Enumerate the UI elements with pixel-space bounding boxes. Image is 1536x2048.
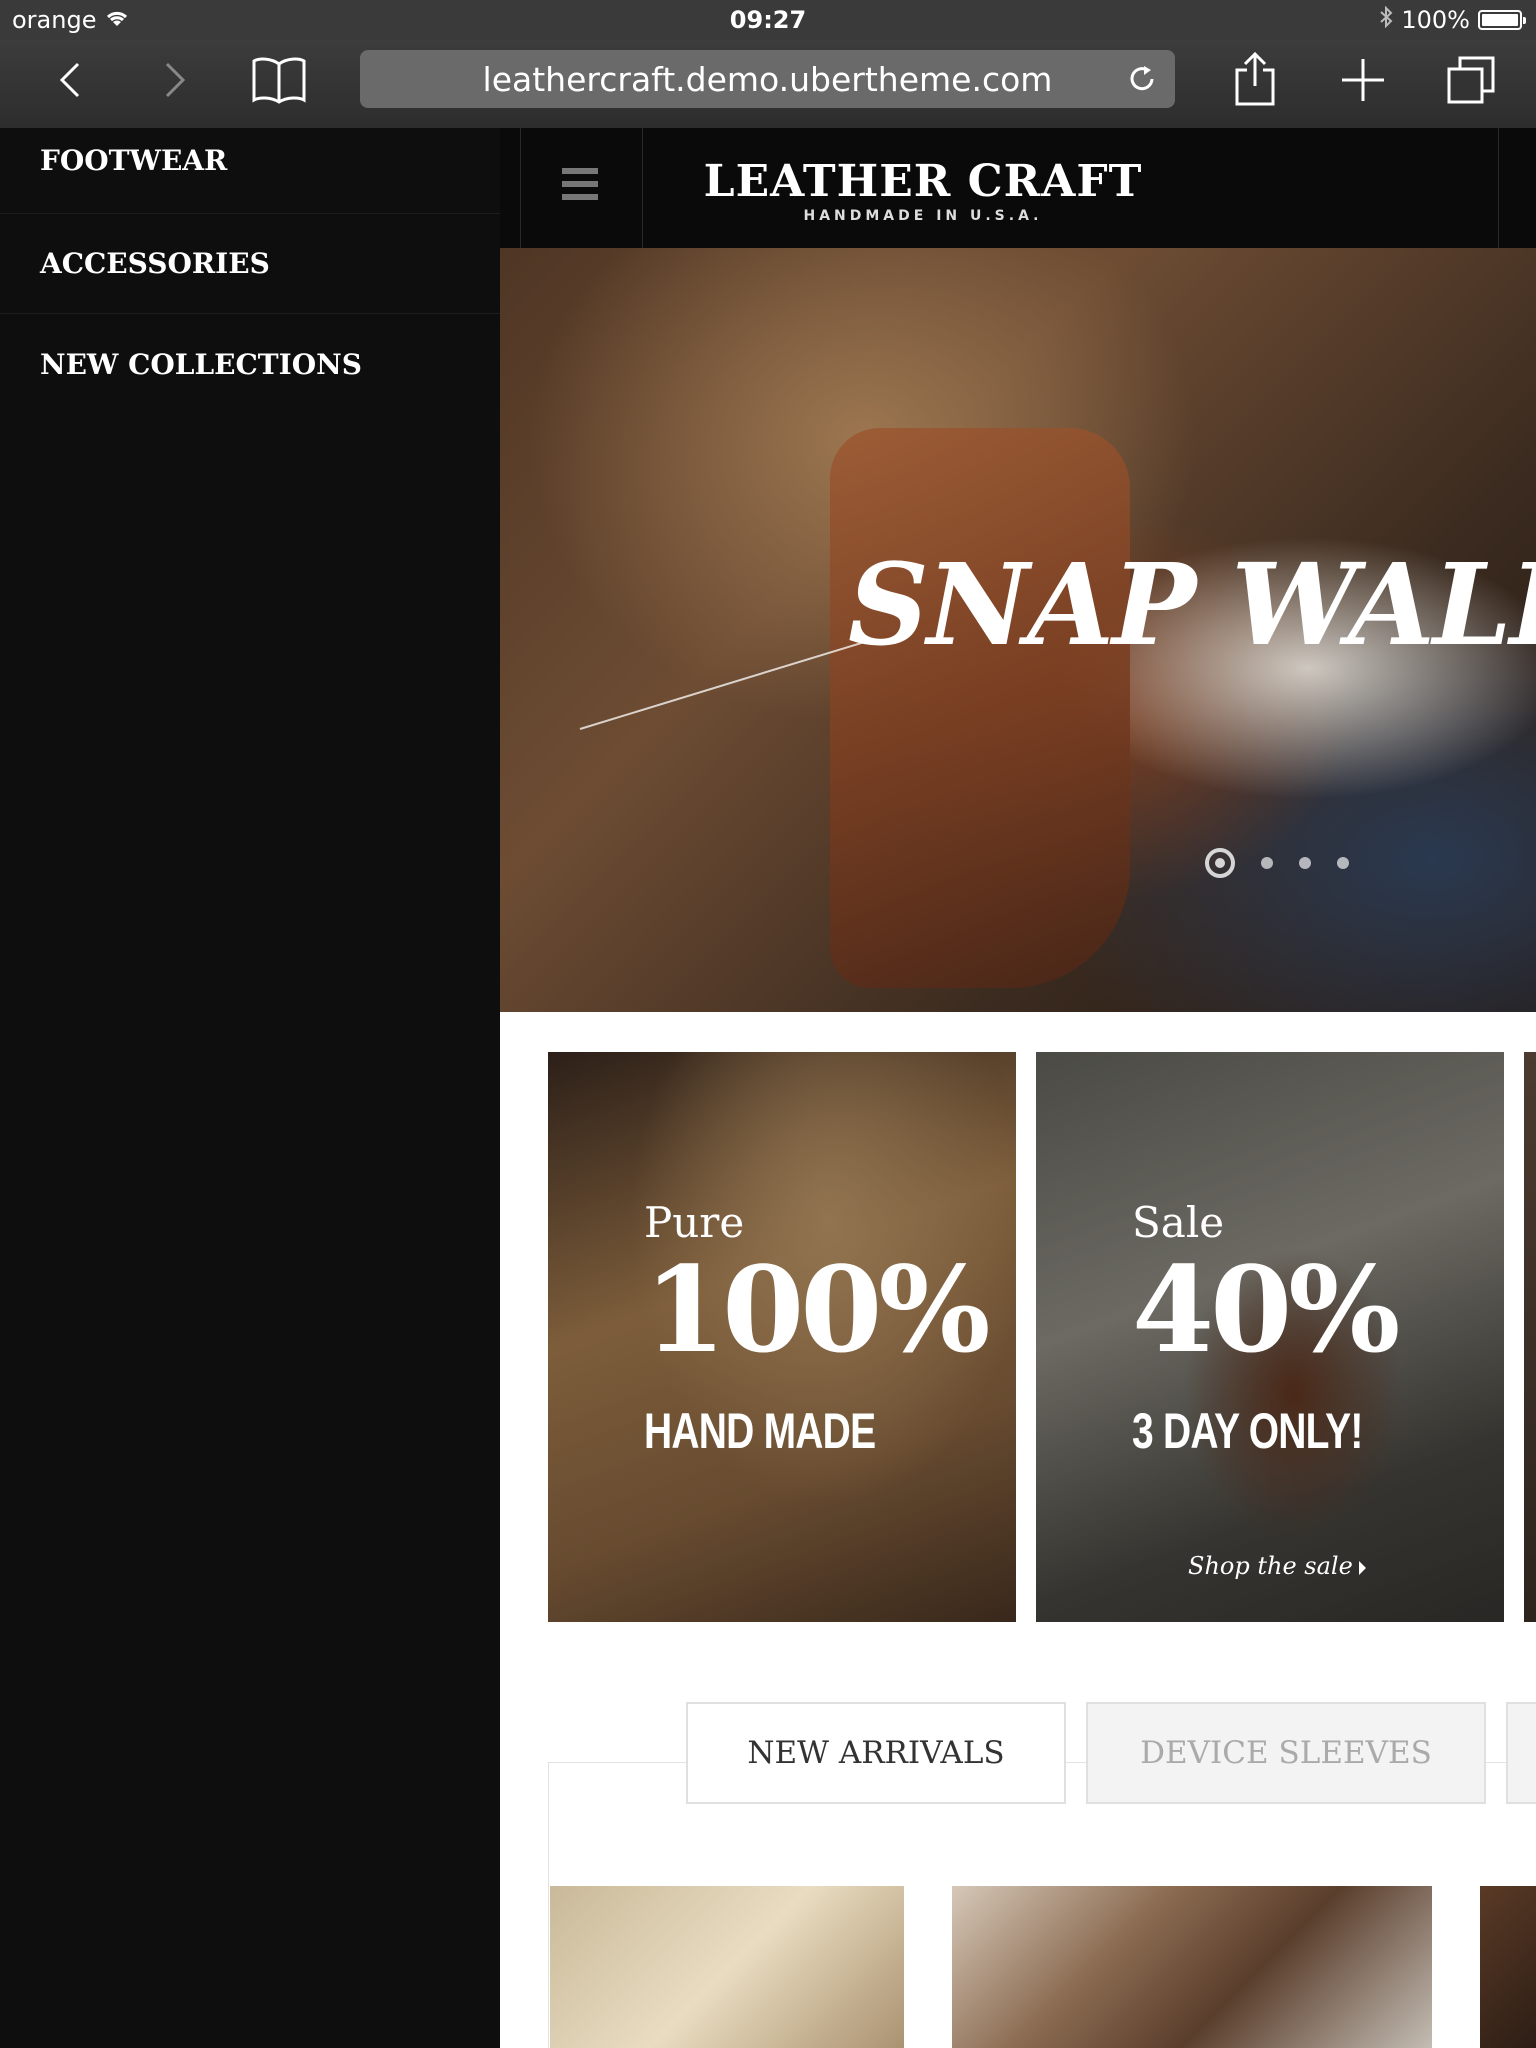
address-bar[interactable]: leathercraft.demo.ubertheme.com (360, 50, 1175, 108)
browser-toolbar: leathercraft.demo.ubertheme.com (0, 40, 1536, 128)
hero-title: SNAP WALL (848, 540, 1536, 671)
promo-sale[interactable]: Sale 40% 3 DAY ONLY! Shop the sale (1036, 1052, 1504, 1622)
hero-image-boot (830, 428, 1130, 988)
slider-dot-4[interactable] (1337, 857, 1349, 869)
promo-big-text: 100% (644, 1240, 990, 1379)
header-divider (520, 128, 521, 248)
side-menu: FOOTWEAR ACCESSORIES NEW COLLECTIONS (0, 128, 500, 2048)
caret-right-icon (1358, 1560, 1366, 1575)
header-divider (1498, 128, 1499, 248)
slider-dot-2[interactable] (1261, 857, 1273, 869)
reload-icon[interactable] (1121, 58, 1163, 100)
new-tab-icon[interactable] (1328, 50, 1398, 110)
slider-dot-3[interactable] (1299, 857, 1311, 869)
hero-slider[interactable]: SNAP WALL (500, 248, 1536, 1012)
bluetooth-icon (1379, 5, 1393, 34)
tab-new-arrivals[interactable]: NEW ARRIVALS (686, 1702, 1066, 1804)
forward-icon[interactable] (140, 50, 210, 110)
hamburger-menu-icon[interactable] (562, 168, 598, 200)
logo-name: LEATHER CRAFT (703, 156, 1143, 207)
logo-tagline: HANDMADE IN U.S.A. (803, 208, 1043, 224)
status-bar: ●●●○○ orange 09:27 100% (0, 0, 1536, 630)
tab-partial[interactable] (1506, 1702, 1536, 1804)
promo-partial[interactable] (1524, 1052, 1536, 1622)
back-icon[interactable] (35, 50, 105, 110)
menu-item-accessories[interactable]: ACCESSORIES (0, 214, 500, 314)
product-thumbnail[interactable] (1480, 1886, 1536, 2048)
tabs-icon[interactable] (1436, 50, 1506, 110)
page-content: LEATHER CRAFT HANDMADE IN U.S.A. SNAP WA… (500, 128, 1536, 2048)
tab-device-sleeves[interactable]: DEVICE SLEEVES (1086, 1702, 1486, 1804)
promo-subtitle: 3 DAY ONLY! (1132, 1403, 1363, 1459)
url-text: leathercraft.demo.ubertheme.com (482, 59, 1053, 99)
slider-dot-1[interactable] (1205, 848, 1235, 878)
bookmarks-icon[interactable] (244, 50, 314, 110)
battery-icon (1478, 10, 1526, 30)
site-header: LEATHER CRAFT HANDMADE IN U.S.A. (500, 128, 1536, 248)
promo-handmade[interactable]: Pure 100% HAND MADE (548, 1052, 1016, 1622)
battery-percent: 100% (1401, 6, 1470, 34)
slider-pagination (1205, 848, 1349, 878)
status-time: 09:27 (729, 6, 807, 34)
menu-item-footwear[interactable]: FOOTWEAR (0, 128, 500, 214)
share-icon[interactable] (1220, 50, 1290, 110)
status-right: 100% (1379, 5, 1526, 34)
promo-subtitle: HAND MADE (644, 1403, 876, 1459)
product-thumbnail[interactable] (952, 1886, 1432, 2048)
product-thumbnail[interactable] (550, 1886, 904, 2048)
shop-sale-label: Shop the sale (1188, 1552, 1353, 1580)
site-logo[interactable]: LEATHER CRAFT HANDMADE IN U.S.A. (620, 156, 1226, 225)
shop-sale-link[interactable]: Shop the sale (1188, 1552, 1366, 1580)
menu-item-new-collections[interactable]: NEW COLLECTIONS (0, 314, 500, 414)
hero-decorative-line (579, 640, 868, 730)
promo-big-text: 40% (1132, 1240, 1400, 1379)
